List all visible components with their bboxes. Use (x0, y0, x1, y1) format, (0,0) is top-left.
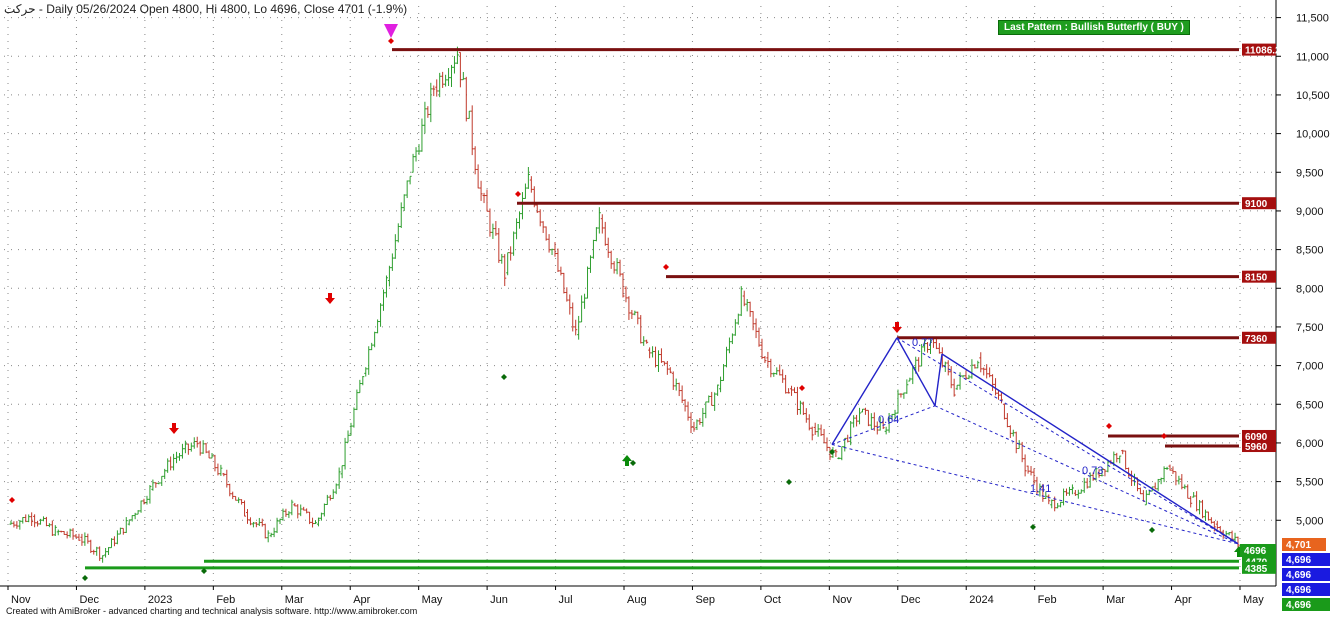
pattern-ratio-label: 0.64 (878, 414, 899, 426)
chart-header: حرکت - Daily 05/26/2024 Open 4800, Hi 48… (4, 2, 408, 16)
x-tick-label: Feb (1038, 594, 1057, 606)
x-tick-label: Oct (764, 594, 781, 606)
y-tick-label: 11,500 (1296, 13, 1329, 25)
x-tick-label: Nov (11, 594, 31, 606)
y-tick-label: 5,500 (1296, 477, 1324, 489)
x-axis: Nov Dec 2023 Feb Mar Apr May Jun Jul Aug Sep Oct Nov… (0, 585, 1276, 606)
sell-arrow (892, 322, 902, 333)
pattern-leg (941, 353, 1239, 545)
y-tick-label: 7,000 (1296, 361, 1324, 373)
sell-diamond (799, 385, 805, 391)
buy-diamond (501, 374, 507, 380)
x-tick-label: Nov (832, 594, 852, 606)
y-tick-label: 8,000 (1296, 283, 1324, 295)
support-label: 4385 (1245, 564, 1268, 575)
price-chart: 0.77 0.64 0.73 1.41 5,000 5,500 6,000 6,500 7,0… (0, 0, 1330, 611)
buy-diamond (82, 575, 88, 581)
y-tick-label: 9,500 (1296, 167, 1324, 179)
x-tick-label: 2023 (148, 594, 172, 606)
sell-diamond (9, 497, 15, 503)
y-tick-label: 7,500 (1296, 322, 1324, 334)
x-tick-label: Apr (353, 594, 370, 606)
signal-markers (9, 24, 1244, 581)
y-tick-label: 5,000 (1296, 515, 1324, 527)
last-price-label: 4,696 (1286, 555, 1311, 566)
x-tick-label: Dec (901, 594, 921, 606)
last-price-label: 4,696 (1286, 570, 1311, 581)
y-tick-label: 8,500 (1296, 245, 1324, 257)
y-tick-label: 6,000 (1296, 438, 1324, 450)
pattern-leg (831, 337, 898, 445)
pattern-ratio-label: 0.77 (912, 337, 933, 349)
pattern-ratio-label: 0.73 (1082, 465, 1103, 477)
sell-arrow (325, 293, 335, 304)
pattern-badge: Last Pattern : Bullish Butterfly ( BUY ) (998, 20, 1190, 35)
x-tick-label: Feb (216, 594, 235, 606)
x-tick-label: May (422, 594, 443, 606)
y-tick-label: 10,000 (1296, 129, 1330, 141)
grid (4, 6, 1276, 586)
level-lines (85, 48, 1239, 570)
x-tick-label: Jul (559, 594, 573, 606)
resistance-label: 8150 (1245, 273, 1268, 284)
last-price-label: 4,696 (1286, 585, 1311, 596)
sell-arrow (169, 423, 179, 434)
x-tick-label: May (1243, 594, 1264, 606)
price-bars (9, 46, 1240, 563)
x-tick-label: Dec (79, 594, 99, 606)
last-price-label: 4696 (1244, 546, 1267, 557)
sell-diamond (1161, 433, 1167, 439)
x-tick-label: Jun (490, 594, 508, 606)
y-axis: 5,000 5,500 6,000 6,500 7,000 7,500 8,000 8,500… (1275, 0, 1330, 586)
x-tick-label: Mar (1106, 594, 1125, 606)
y-tick-label: 11,000 (1296, 51, 1329, 63)
last-price-label: 4,701 (1286, 540, 1311, 551)
y-tick-label: 10,500 (1296, 90, 1330, 102)
last-price-label: 4,696 (1286, 600, 1311, 611)
x-tick-label: Apr (1175, 594, 1192, 606)
sell-diamond (388, 38, 394, 44)
x-tick-label: Mar (285, 594, 304, 606)
pattern-leg (934, 353, 943, 406)
credit-text: Created with AmiBroker - advanced charti… (6, 606, 418, 616)
peak-triangle (384, 24, 398, 38)
sell-diamond (663, 264, 669, 270)
pattern-ratio-label: 1.41 (1030, 483, 1051, 495)
resistance-label: 9100 (1245, 199, 1268, 210)
buy-diamond (786, 479, 792, 485)
sell-diamond (515, 191, 521, 197)
y-tick-label: 6,500 (1296, 399, 1324, 411)
resistance-label: 7360 (1245, 334, 1268, 345)
x-tick-label: Sep (695, 594, 715, 606)
sell-diamond (1106, 423, 1112, 429)
resistance-label: 5960 (1245, 442, 1268, 453)
x-tick-label: 2024 (969, 594, 993, 606)
buy-diamond (1149, 527, 1155, 533)
x-tick-label: Aug (627, 594, 647, 606)
resistance-label: 11086.2 (1245, 46, 1281, 57)
y-tick-label: 9,000 (1296, 206, 1324, 218)
buy-arrow (622, 455, 632, 466)
